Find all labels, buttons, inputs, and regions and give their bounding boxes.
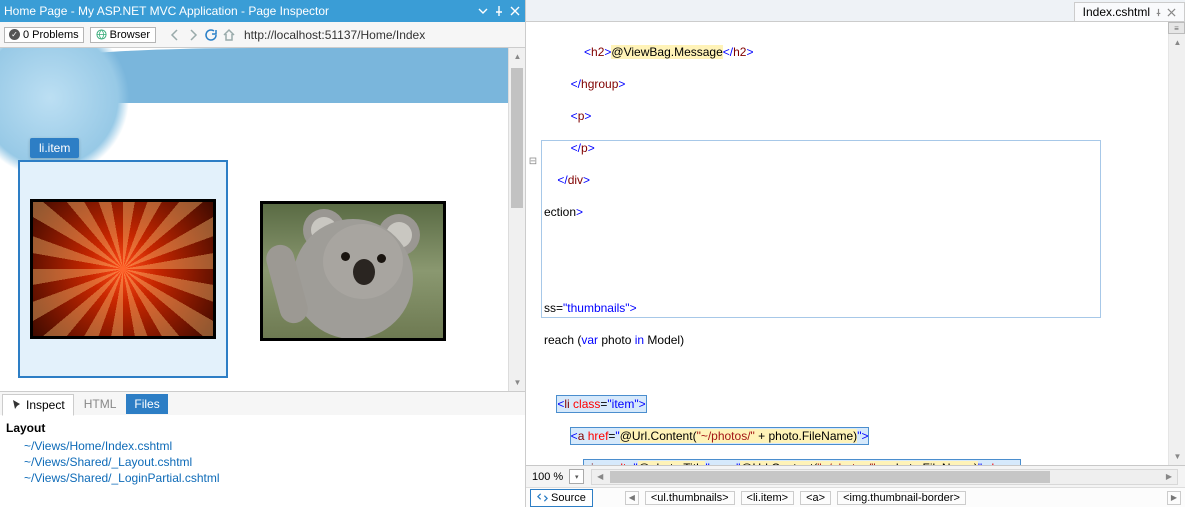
breadcrumb-left-icon[interactable]: ◀ (625, 491, 639, 505)
fold-minus-icon[interactable]: ⊟ (526, 156, 540, 172)
editor-horizontal-scrollbar[interactable]: ◀ ▶ (591, 469, 1178, 485)
selected-element-highlight[interactable] (18, 160, 228, 378)
selected-code-line: <li class="item"> (557, 396, 645, 412)
titlebar-text: Home Page - My ASP.NET MVC Application -… (4, 4, 477, 18)
scroll-left-icon[interactable]: ◀ (592, 472, 608, 481)
close-icon[interactable] (1167, 8, 1176, 17)
dropdown-icon[interactable] (477, 5, 489, 17)
zoom-level: 100 % (530, 471, 565, 483)
breadcrumb-right-icon[interactable]: ▶ (1167, 491, 1181, 505)
breadcrumb-item[interactable]: <img.thumbnail-border> (837, 491, 966, 505)
breadcrumb-bar: Source ◀ <ul.thumbnails> <li.item> <a> <… (526, 487, 1185, 507)
scrollbar-thumb[interactable] (610, 471, 1050, 483)
preview-vertical-scrollbar[interactable]: ▲ ▼ (508, 48, 525, 391)
code-content[interactable]: <h2>@ViewBag.Message</h2> </hgroup> <p> … (540, 22, 1168, 465)
page-inspector-pane: Home Page - My ASP.NET MVC Application -… (0, 0, 526, 507)
selected-code-line: <img alt="@photo.Title" src="@Url.Conten… (584, 460, 1020, 465)
source-view-button[interactable]: Source (530, 489, 593, 507)
fold-gutter[interactable]: ⊟ (526, 22, 540, 465)
editor-file-tab[interactable]: Index.cshtml (1074, 2, 1185, 21)
thumbnail-flower-image[interactable] (30, 199, 216, 339)
scroll-down-icon[interactable]: ▼ (509, 374, 525, 391)
selection-tooltip: li.item (30, 138, 79, 158)
titlebar: Home Page - My ASP.NET MVC Application -… (0, 0, 525, 22)
forward-icon[interactable] (186, 28, 200, 42)
layout-title: Layout (6, 421, 519, 435)
scroll-down-icon[interactable]: ▼ (1169, 448, 1185, 465)
layout-link[interactable]: ~/Views/Home/Index.cshtml (24, 439, 519, 453)
cursor-icon (11, 399, 23, 411)
scroll-up-icon[interactable]: ▲ (1169, 34, 1185, 51)
editor-vertical-scrollbar[interactable]: ≡ ▲ ▼ (1168, 22, 1185, 465)
breadcrumb-item[interactable]: <ul.thumbnails> (645, 491, 735, 505)
breadcrumb-item[interactable]: <a> (800, 491, 831, 505)
close-icon[interactable] (509, 5, 521, 17)
tab-html[interactable]: HTML (76, 394, 125, 414)
browser-button[interactable]: Browser (90, 27, 156, 43)
thumbnail-koala-image[interactable] (260, 201, 446, 341)
preview-viewport[interactable]: li.item (0, 48, 508, 391)
pin-icon[interactable] (493, 5, 505, 17)
scroll-right-icon[interactable]: ▶ (1161, 472, 1177, 481)
inspector-toolbar: ✓ 0 Problems Browser http://localhost:51… (0, 22, 525, 48)
globe-icon (96, 29, 107, 40)
preview-area: li.item ▲ ▼ (0, 48, 525, 391)
tab-filename: Index.cshtml (1083, 5, 1150, 19)
zoom-dropdown-icon[interactable]: ▾ (569, 469, 584, 484)
browser-label: Browser (110, 29, 150, 41)
check-icon: ✓ (9, 29, 20, 40)
home-icon[interactable] (222, 28, 236, 42)
url-field[interactable]: http://localhost:51137/Home/Index (244, 28, 425, 42)
tab-files[interactable]: Files (126, 394, 167, 414)
layout-link[interactable]: ~/Views/Shared/_Layout.cshtml (24, 455, 519, 469)
layout-link[interactable]: ~/Views/Shared/_LoginPartial.cshtml (24, 471, 519, 485)
collapsible-region-outline (541, 140, 1101, 318)
arrows-icon (537, 492, 548, 503)
problems-button[interactable]: ✓ 0 Problems (4, 27, 84, 43)
pin-icon[interactable] (1154, 8, 1163, 17)
refresh-icon[interactable] (204, 28, 218, 42)
split-handle-icon[interactable]: ≡ (1168, 22, 1185, 34)
back-icon[interactable] (168, 28, 182, 42)
scroll-up-icon[interactable]: ▲ (509, 48, 525, 65)
inspector-tabs: Inspect HTML Files (0, 391, 525, 415)
breadcrumb-item[interactable]: <li.item> (741, 491, 795, 505)
problems-label: 0 Problems (23, 29, 79, 41)
editor-statusbar: 100 % ▾ ◀ ▶ (526, 465, 1185, 487)
selected-code-line: <a href="@Url.Content("~/photos/" + phot… (571, 428, 869, 444)
page-header-bg (0, 48, 508, 103)
layout-panel: Layout ~/Views/Home/Index.cshtml ~/Views… (0, 415, 525, 507)
editor-tab-well: Index.cshtml (526, 0, 1185, 22)
tab-inspect[interactable]: Inspect (2, 394, 74, 416)
scrollbar-thumb[interactable] (511, 68, 523, 208)
code-area[interactable]: ⊟ <h2>@ViewBag.Message</h2> </hgroup> <p… (526, 22, 1185, 465)
editor-pane: Index.cshtml ⊟ <h2>@ViewBag.Message</h2>… (526, 0, 1185, 507)
